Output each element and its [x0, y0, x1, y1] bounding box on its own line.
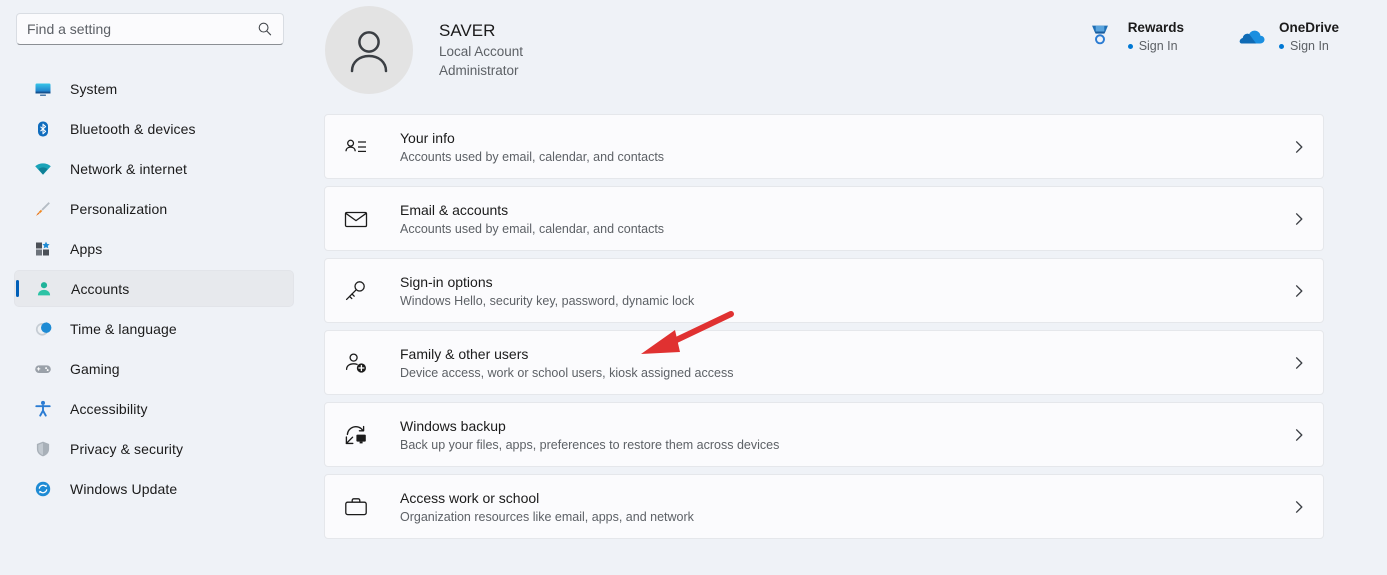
search-placeholder: Find a setting	[27, 21, 257, 37]
card-text: Access work or school Organization resou…	[400, 488, 1291, 526]
sidebar-item-label: System	[70, 81, 117, 97]
onedrive-title: OneDrive	[1279, 20, 1339, 35]
card-email-accounts[interactable]: Email & accounts Accounts used by email,…	[324, 186, 1324, 251]
sidebar-item-privacy-security[interactable]: Privacy & security	[14, 430, 294, 467]
briefcase-icon	[343, 494, 369, 520]
key-icon	[343, 278, 369, 304]
cloud-icon	[1236, 20, 1266, 50]
sidebar-item-label: Accessibility	[70, 401, 148, 417]
chevron-right-icon	[1291, 499, 1307, 515]
gamepad-icon	[34, 360, 52, 378]
card-family-other-users[interactable]: Family & other users Device access, work…	[324, 330, 1324, 395]
card-description: Device access, work or school users, kio…	[400, 364, 1291, 382]
settings-window: Find a setting System Bluetooth & device…	[0, 0, 1387, 575]
card-description: Accounts used by email, calendar, and co…	[400, 220, 1291, 238]
envelope-icon	[343, 206, 369, 232]
sidebar: Find a setting System Bluetooth & device…	[0, 0, 310, 575]
card-text: Sign-in options Windows Hello, security …	[400, 272, 1291, 310]
rewards-title: Rewards	[1128, 20, 1184, 35]
settings-card-list: Your info Accounts used by email, calend…	[324, 114, 1324, 539]
onedrive-status-label: Sign In	[1290, 37, 1329, 55]
sidebar-item-label: Network & internet	[70, 161, 187, 177]
sidebar-item-label: Bluetooth & devices	[70, 121, 196, 137]
sidebar-nav: System Bluetooth & devices Network & int…	[0, 70, 310, 507]
card-text: Email & accounts Accounts used by email,…	[400, 200, 1291, 238]
sidebar-item-windows-update[interactable]: Windows Update	[14, 470, 294, 507]
default-avatar-icon	[341, 22, 397, 78]
card-title: Windows backup	[400, 416, 1291, 436]
person-icon	[35, 280, 53, 298]
sidebar-item-gaming[interactable]: Gaming	[14, 350, 294, 387]
chevron-right-icon	[1291, 283, 1307, 299]
card-text: Windows backup Back up your files, apps,…	[400, 416, 1291, 454]
sidebar-item-system[interactable]: System	[14, 70, 294, 107]
status-dot-icon	[1279, 44, 1284, 49]
monitor-icon	[34, 80, 52, 98]
card-title: Family & other users	[400, 344, 1291, 364]
card-description: Accounts used by email, calendar, and co…	[400, 148, 1291, 166]
profile-role: Administrator	[439, 61, 523, 80]
chevron-right-icon	[1291, 139, 1307, 155]
card-text: Your info Accounts used by email, calend…	[400, 128, 1291, 166]
card-description: Back up your files, apps, preferences to…	[400, 436, 1291, 454]
person-add-icon	[343, 350, 369, 376]
status-dot-icon	[1128, 44, 1133, 49]
wifi-icon	[34, 160, 52, 178]
card-access-work-school[interactable]: Access work or school Organization resou…	[324, 474, 1324, 539]
sidebar-item-accounts[interactable]: Accounts	[14, 270, 294, 307]
sidebar-item-label: Apps	[70, 241, 102, 257]
sidebar-item-apps[interactable]: Apps	[14, 230, 294, 267]
main-content: SAVER Local Account Administrator Reward…	[310, 0, 1387, 575]
apps-icon	[34, 240, 52, 258]
onedrive-status[interactable]: Sign In	[1279, 37, 1339, 55]
card-title: Sign-in options	[400, 272, 1291, 292]
profile-text: SAVER Local Account Administrator	[439, 20, 523, 80]
medal-icon	[1085, 20, 1115, 50]
shield-icon	[34, 440, 52, 458]
profile-account-type: Local Account	[439, 42, 523, 61]
sidebar-item-label: Gaming	[70, 361, 120, 377]
contact-card-icon	[343, 134, 369, 160]
card-description: Organization resources like email, apps,…	[400, 508, 1291, 526]
card-title: Access work or school	[400, 488, 1291, 508]
sidebar-item-label: Privacy & security	[70, 441, 183, 457]
sidebar-item-label: Windows Update	[70, 481, 177, 497]
card-title: Email & accounts	[400, 200, 1291, 220]
update-icon	[34, 480, 52, 498]
card-windows-backup[interactable]: Windows backup Back up your files, apps,…	[324, 402, 1324, 467]
sidebar-item-time-language[interactable]: Time & language	[14, 310, 294, 347]
rewards-link[interactable]: Rewards Sign In	[1085, 18, 1184, 55]
onedrive-text: OneDrive Sign In	[1279, 18, 1339, 55]
backup-icon	[343, 422, 369, 448]
search-icon	[257, 21, 273, 37]
chevron-right-icon	[1291, 427, 1307, 443]
clock-icon	[34, 320, 52, 338]
card-sign-in-options[interactable]: Sign-in options Windows Hello, security …	[324, 258, 1324, 323]
rewards-status-label: Sign In	[1139, 37, 1178, 55]
sidebar-item-label: Accounts	[71, 281, 129, 297]
card-title: Your info	[400, 128, 1291, 148]
bluetooth-icon	[34, 120, 52, 138]
sidebar-item-label: Time & language	[70, 321, 177, 337]
avatar[interactable]	[325, 6, 413, 94]
profile-name: SAVER	[439, 20, 523, 42]
chevron-right-icon	[1291, 355, 1307, 371]
sidebar-item-accessibility[interactable]: Accessibility	[14, 390, 294, 427]
account-links: Rewards Sign In OneDrive Sign In	[1085, 18, 1339, 55]
sidebar-item-label: Personalization	[70, 201, 167, 217]
search-container: Find a setting	[16, 13, 294, 45]
rewards-status[interactable]: Sign In	[1128, 37, 1184, 55]
accessibility-icon	[34, 400, 52, 418]
onedrive-link[interactable]: OneDrive Sign In	[1236, 18, 1339, 55]
card-text: Family & other users Device access, work…	[400, 344, 1291, 382]
card-your-info[interactable]: Your info Accounts used by email, calend…	[324, 114, 1324, 179]
chevron-right-icon	[1291, 211, 1307, 227]
sidebar-item-personalization[interactable]: Personalization	[14, 190, 294, 227]
card-description: Windows Hello, security key, password, d…	[400, 292, 1291, 310]
rewards-text: Rewards Sign In	[1128, 18, 1184, 55]
sidebar-item-bluetooth-devices[interactable]: Bluetooth & devices	[14, 110, 294, 147]
paintbrush-icon	[34, 200, 52, 218]
sidebar-item-network-internet[interactable]: Network & internet	[14, 150, 294, 187]
search-input[interactable]: Find a setting	[16, 13, 284, 45]
